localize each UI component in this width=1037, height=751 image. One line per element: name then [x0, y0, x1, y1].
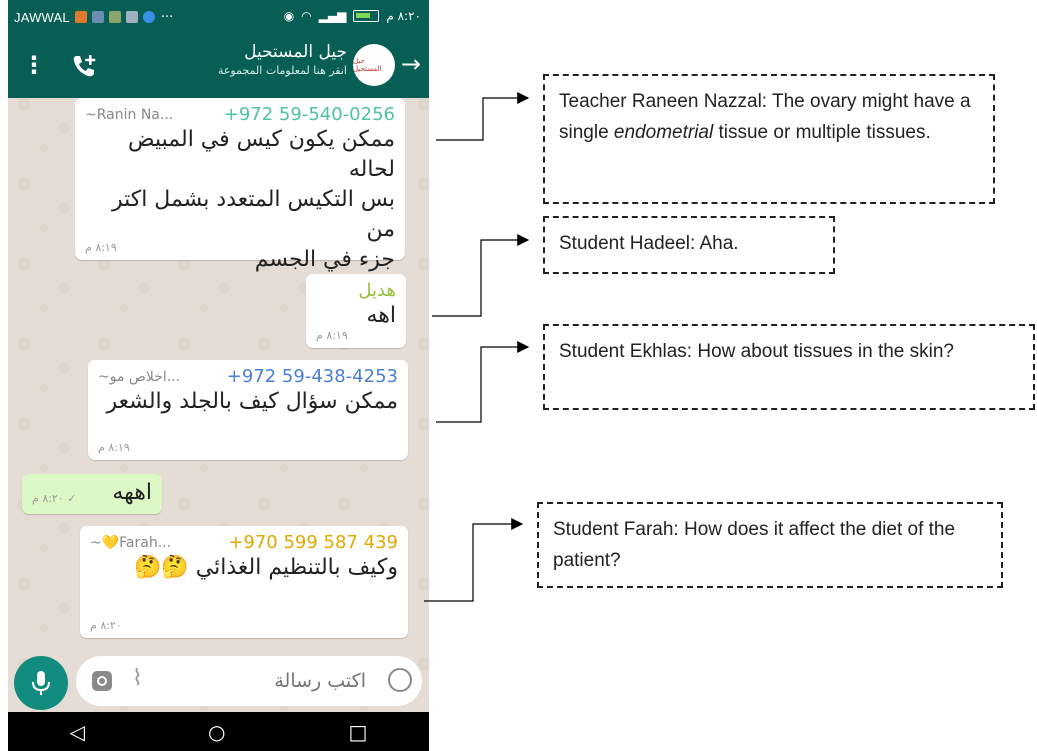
phone-screen: JAWWAL ··· ◉ ◠ ▂▄▆ ٨:٢٠ م ⋮ جيل المستحيل…	[8, 0, 429, 751]
group-titles[interactable]: جيل المستحيل انقر هنا لمعلومات المجموعة	[218, 42, 347, 77]
message-time: ٨:١٩ م	[85, 241, 117, 254]
messenger-icon	[142, 11, 155, 23]
notification-icon	[108, 11, 121, 23]
nav-back-button[interactable]: ◁	[70, 720, 85, 744]
sender-name: هديل	[358, 280, 396, 301]
message-line: ممكن يكون كيس في المبيض	[128, 127, 395, 152]
arrow-right-icon[interactable]: →	[401, 50, 421, 78]
message-text: وكيف بالتنظيم الغذائي 🤔🤔	[90, 553, 398, 583]
annotation-text: Student Hadeel: Aha.	[559, 233, 739, 254]
notification-icon	[74, 11, 87, 23]
status-bar: JAWWAL ··· ◉ ◠ ▂▄▆ ٨:٢٠ م	[8, 0, 429, 34]
sender-phone: +970 599 587 439	[228, 532, 398, 553]
message-input[interactable]	[176, 664, 366, 698]
message-time: ٨:١٩ م	[316, 329, 348, 342]
notification-icon	[91, 11, 104, 23]
annotation-farah: Student Farah: How does it affect the di…	[537, 502, 1003, 588]
emoji-icon[interactable]	[388, 668, 412, 692]
battery-icon	[353, 10, 380, 22]
compose-bar: ⌇	[8, 654, 429, 710]
paperclip-icon[interactable]: ⌇	[132, 666, 143, 691]
avatar-logo-text: جيل المستحيل	[353, 57, 382, 73]
wifi-icon: ◠	[301, 9, 312, 23]
nav-home-button[interactable]: ○	[208, 720, 225, 744]
message-bubble[interactable]: ~اخلاص مو... +972 59-438-4253 ممكن سؤال …	[88, 360, 408, 460]
message-line: لحاله	[348, 157, 395, 182]
group-avatar[interactable]: جيل المستحيل	[353, 44, 395, 86]
message-bubble[interactable]: ~Ranin Na... +972 59-540-0256 ممكن يكون …	[75, 98, 405, 272]
message-input-box[interactable]: ⌇	[76, 656, 422, 706]
add-call-icon[interactable]	[68, 50, 100, 82]
notification-icon	[125, 11, 138, 23]
sender-name: ~💛Farah...	[90, 534, 172, 551]
message-line: ممكن سؤال كيف بالجلد والشعر	[106, 389, 398, 414]
message-time: ٨:١٩ م	[98, 441, 130, 454]
group-name: جيل المستحيل	[244, 42, 347, 62]
status-right: ◉ ◠ ▂▄▆ ٨:٢٠ م	[284, 9, 421, 23]
clock: ٨:٢٠ م	[386, 9, 421, 23]
message-sender: هديل	[316, 280, 396, 301]
message-time: ٨:٢٠ م	[90, 619, 122, 632]
outgoing-message-bubble[interactable]: اههه ٨:٢٠ م ✓	[22, 474, 162, 514]
carrier-label: JAWWAL	[14, 9, 70, 25]
message-sender: ~اخلاص مو... +972 59-438-4253	[98, 366, 398, 387]
connector-line	[436, 92, 530, 141]
connector-line	[436, 341, 530, 423]
message-bubble[interactable]: هديل اهه ٨:١٩ م	[306, 274, 406, 348]
message-text: ممكن يكون كيس في المبيض لحاله بس التكيس …	[85, 125, 395, 275]
message-line: بس التكيس المتعدد بشمل اكتر من	[111, 187, 395, 242]
nav-recents-button[interactable]: □	[349, 720, 368, 744]
sender-phone: +972 59-540-0256	[223, 104, 395, 125]
message-line: اهه	[366, 303, 396, 328]
message-text: ممكن سؤال كيف بالجلد والشعر	[98, 387, 398, 417]
message-sender: ~Ranin Na... +972 59-540-0256	[85, 104, 395, 125]
microphone-icon	[32, 671, 50, 695]
message-text: اهه	[316, 301, 396, 331]
annotation-emphasis: endometrial	[613, 122, 714, 143]
sender-name: ~Ranin Na...	[85, 106, 174, 123]
overflow-dots: ···	[160, 9, 174, 25]
android-nav-bar: ◁ ○ □	[8, 712, 429, 751]
message-bubble[interactable]: ~💛Farah... +970 599 587 439 وكيف بالتنظي…	[80, 526, 408, 638]
message-line: وكيف بالتنظيم الغذائي 🤔🤔	[134, 555, 398, 580]
annotation-text: tissue or multiple tissues.	[713, 122, 931, 143]
camera-icon[interactable]	[90, 669, 114, 693]
annotation-teacher: Teacher Raneen Nazzal: The ovary might h…	[543, 74, 995, 204]
sender-phone: +972 59-438-4253	[226, 366, 398, 387]
connector-line	[424, 518, 524, 602]
message-line: جزء في الجسم	[254, 247, 395, 272]
message-sender: ~💛Farah... +970 599 587 439	[90, 532, 398, 553]
annotation-ekhlas: Student Ekhlas: How about tissues in the…	[543, 324, 1035, 410]
group-subtitle: انقر هنا لمعلومات المجموعة	[217, 64, 347, 77]
annotation-hadeel: Student Hadeel: Aha.	[543, 216, 835, 274]
connector-line	[432, 234, 530, 317]
chat-header[interactable]: ⋮ جيل المستحيل انقر هنا لمعلومات المجموع…	[8, 34, 429, 98]
eye-icon: ◉	[283, 9, 295, 23]
overflow-menu-icon[interactable]: ⋮	[22, 51, 46, 79]
microphone-button[interactable]	[14, 656, 68, 710]
annotation-text: Student Ekhlas: How about tissues in the…	[559, 341, 955, 362]
signal-icon: ▂▄▆	[318, 9, 347, 23]
message-time: ٨:٢٠ م ✓	[32, 492, 77, 505]
sender-name: ~اخلاص مو...	[98, 368, 181, 385]
annotation-text: Student Farah: How does it affect the di…	[553, 519, 956, 571]
